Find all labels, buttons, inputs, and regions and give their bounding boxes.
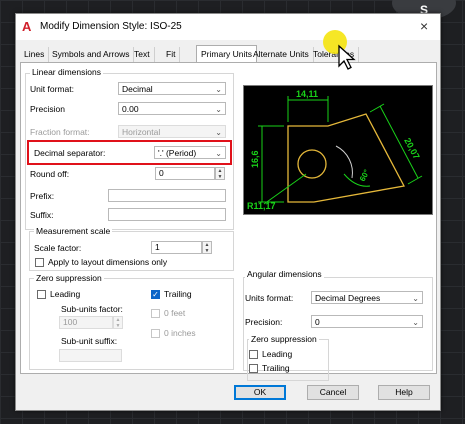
measurement-scale-label: Measurement scale <box>34 226 113 236</box>
preview-geometry <box>287 113 405 203</box>
round-off-input[interactable]: 0 <box>155 167 215 180</box>
preview-arc <box>335 145 353 179</box>
unit-format-dropdown[interactable]: Decimal ⌄ <box>118 82 226 95</box>
prefix-label: Prefix: <box>30 191 55 201</box>
prefix-input[interactable] <box>108 189 226 202</box>
angular-trailing-label: Trailing <box>262 363 290 373</box>
angular-trailing-checkbox[interactable] <box>249 364 258 373</box>
scale-factor-input[interactable]: 1 <box>151 241 202 254</box>
apply-layout-checkbox[interactable] <box>35 258 44 267</box>
tab-lines[interactable]: Lines <box>20 47 50 62</box>
trailing-checkbox[interactable]: ✓ <box>151 290 160 299</box>
precision-dropdown[interactable]: 0.00 ⌄ <box>118 102 226 115</box>
close-icon[interactable]: × <box>420 19 428 33</box>
unit-format-label: Unit format: <box>30 84 74 94</box>
autocad-logo-icon: A <box>22 19 32 34</box>
unit-format-value: Decimal <box>122 84 153 94</box>
trailing-label: Trailing <box>164 289 192 299</box>
angular-leading-checkbox[interactable] <box>249 350 258 359</box>
mouse-cursor-icon <box>323 30 356 70</box>
modify-dimension-style-dialog: A Modify Dimension Style: ISO-25 × Lines… <box>15 13 441 411</box>
window-title: Modify Dimension Style: ISO-25 <box>40 21 182 32</box>
suffix-label: Suffix: <box>30 210 54 220</box>
fraction-format-value: Horizontal <box>122 127 161 137</box>
preview-drawing: 14,11 16,6 20,07 60° R11,17 <box>247 89 423 211</box>
units-format-dropdown[interactable]: Decimal Degrees ⌄ <box>311 291 423 304</box>
zero-feet-label: 0 feet <box>164 308 186 318</box>
sub-units-factor-label: Sub-units factor: <box>61 304 123 314</box>
chevron-down-icon: ⌄ <box>412 318 419 327</box>
primary-units-panel: Linear dimensions Unit format: Decimal ⌄… <box>20 62 437 381</box>
tab-text[interactable]: Text <box>130 47 155 62</box>
units-format-label: Units format: <box>245 293 294 303</box>
angular-dimensions-label: Angular dimensions <box>245 269 324 279</box>
angular-leading-label: Leading <box>262 349 293 359</box>
precision-value: 0.00 <box>122 104 139 114</box>
sub-units-factor-spinner: ▲ ▼ <box>113 316 123 329</box>
chevron-down-icon: ⌄ <box>215 105 222 114</box>
round-off-spinner[interactable]: ▲ ▼ <box>215 167 225 180</box>
fraction-format-dropdown: Horizontal ⌄ <box>118 125 226 138</box>
dim-top-text: 14,11 <box>296 89 318 99</box>
chevron-down-icon: ⌄ <box>215 128 222 137</box>
precision-label: Precision <box>30 104 65 114</box>
leading-checkbox[interactable] <box>37 290 46 299</box>
sub-unit-suffix-label: Sub-unit suffix: <box>61 336 118 346</box>
chevron-down-icon: ⌄ <box>215 85 222 94</box>
dim-radius-text: R11,17 <box>247 201 276 211</box>
dimension-preview: 14,11 16,6 20,07 60° R11,17 <box>243 85 433 215</box>
chevron-down-icon: ⌄ <box>412 294 419 303</box>
tab-alternate-units[interactable]: Alternate Units <box>249 47 314 62</box>
apply-layout-label: Apply to layout dimensions only <box>48 257 168 267</box>
ok-button[interactable]: OK <box>234 385 286 400</box>
scale-factor-spinner[interactable]: ▲ ▼ <box>202 241 212 254</box>
sub-units-factor-input: 100 <box>59 316 113 329</box>
angular-precision-label: Precision: <box>245 317 283 327</box>
tab-fit[interactable]: Fit <box>162 47 181 62</box>
leading-label: Leading <box>50 289 81 299</box>
zero-feet-checkbox <box>151 309 160 318</box>
angular-precision-dropdown[interactable]: 0 ⌄ <box>311 315 423 328</box>
angular-precision-value: 0 <box>315 317 320 327</box>
sub-unit-suffix-input <box>59 349 122 362</box>
units-format-value: Decimal Degrees <box>315 293 381 303</box>
zero-suppression-label: Zero suppression <box>34 273 104 283</box>
linear-dimensions-label: Linear dimensions <box>30 67 103 77</box>
help-button[interactable]: Help <box>378 385 430 400</box>
highlight-annotation-box <box>27 140 232 165</box>
scale-factor-label: Scale factor: <box>34 243 82 253</box>
dim-angle-text: 60° <box>358 168 372 183</box>
dim-diag-text: 20,07 <box>402 136 421 161</box>
zero-inches-checkbox <box>151 329 160 338</box>
angular-zero-suppression-label: Zero suppression <box>249 334 319 344</box>
suffix-input[interactable] <box>108 208 226 221</box>
zero-inches-label: 0 inches <box>164 328 196 338</box>
angular-zero-suppression-group <box>247 339 329 381</box>
round-off-label: Round off: <box>30 169 70 179</box>
tab-primary-units[interactable]: Primary Units <box>196 45 258 63</box>
dim-left-text: 16,6 <box>250 150 260 168</box>
fraction-format-label: Fraction format: <box>30 127 90 137</box>
title-bar: A Modify Dimension Style: ISO-25 × <box>16 14 440 40</box>
cancel-button[interactable]: Cancel <box>307 385 359 400</box>
tab-symbols-arrows[interactable]: Symbols and Arrows <box>48 47 135 62</box>
